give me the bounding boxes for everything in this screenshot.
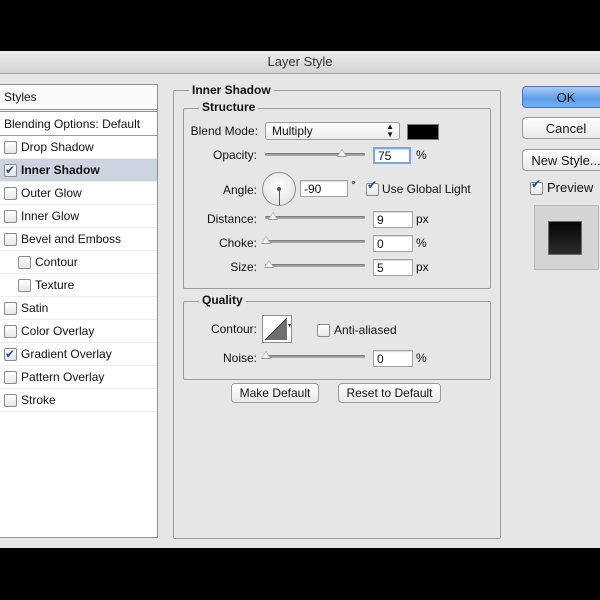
angle-label: Angle: <box>222 183 257 197</box>
bevel-emboss-checkbox[interactable] <box>4 232 17 246</box>
inner-shadow-checkbox[interactable] <box>4 159 17 181</box>
texture-checkbox[interactable] <box>18 278 31 292</box>
style-item-label: Texture <box>35 278 75 292</box>
style-item-label: Stroke <box>21 393 56 407</box>
style-item-label: Inner Glow <box>21 209 80 223</box>
reset-to-default-button[interactable]: Reset to Default <box>338 383 441 403</box>
quality-group <box>183 301 491 380</box>
blend-mode-value: Multiply <box>272 124 313 138</box>
contour-picker[interactable] <box>262 315 292 343</box>
style-item-satin[interactable]: Satin <box>0 297 157 320</box>
cancel-button[interactable]: Cancel <box>522 117 600 139</box>
inner-glow-checkbox[interactable] <box>4 209 17 223</box>
styles-list: Styles Blending Options: Default Drop Sh… <box>0 84 158 538</box>
opacity-field[interactable]: 75 <box>373 147 411 164</box>
pattern-overlay-checkbox[interactable] <box>4 370 17 384</box>
choke-unit: % <box>416 236 427 250</box>
size-slider[interactable] <box>265 264 365 267</box>
anti-aliased-checkbox[interactable] <box>317 324 330 337</box>
style-item-label: Contour <box>35 255 78 269</box>
noise-slider[interactable] <box>265 355 365 358</box>
choke-label: Choke: <box>218 236 257 250</box>
stroke-checkbox[interactable] <box>4 393 17 407</box>
noise-unit: % <box>416 351 427 365</box>
choke-field[interactable]: 0 <box>373 235 413 252</box>
use-global-light-label: Use Global Light <box>382 182 471 196</box>
size-unit: px <box>416 260 429 274</box>
contour-label: Contour: <box>210 322 257 336</box>
style-item-label: Color Overlay <box>21 324 95 338</box>
style-item-label: Drop Shadow <box>21 140 94 154</box>
style-item-label: Bevel and Emboss <box>21 232 122 246</box>
style-item-contour[interactable]: Contour <box>0 251 157 274</box>
noise-slider-thumb[interactable] <box>261 351 271 359</box>
blend-mode-label: Blend Mode: <box>190 124 258 138</box>
blending-options-item[interactable]: Blending Options: Default <box>0 112 157 136</box>
use-global-light-checkbox[interactable] <box>366 178 379 196</box>
styles-header[interactable]: Styles <box>0 85 157 112</box>
preview-swatch <box>549 222 581 254</box>
style-item-label: Satin <box>21 301 49 315</box>
color-overlay-checkbox[interactable] <box>4 324 17 338</box>
distance-slider[interactable] <box>265 216 365 219</box>
style-item-label: Gradient Overlay <box>21 347 112 361</box>
size-field[interactable]: 5 <box>373 259 413 276</box>
style-item-inner-glow[interactable]: Inner Glow <box>0 205 157 228</box>
angle-dial[interactable] <box>262 172 296 206</box>
style-item-label: Inner Shadow <box>21 163 100 177</box>
window-title: Layer Style <box>0 51 600 74</box>
distance-unit: px <box>416 212 429 226</box>
opacity-label: Opacity: <box>212 148 257 162</box>
style-item-drop-shadow[interactable]: Drop Shadow <box>0 136 157 159</box>
preview-thumbnail <box>534 205 599 270</box>
angle-unit: ° <box>351 178 356 192</box>
outer-glow-checkbox[interactable] <box>4 186 17 200</box>
contour-curve-icon <box>264 317 291 341</box>
blend-mode-select[interactable]: Multiply ▲ ▼ <box>265 122 400 140</box>
shadow-color-swatch[interactable] <box>407 124 439 140</box>
opacity-slider-thumb[interactable] <box>337 149 347 157</box>
style-item-gradient-overlay[interactable]: Gradient Overlay <box>0 343 157 366</box>
new-style-button[interactable]: New Style... <box>522 149 600 171</box>
style-item-outer-glow[interactable]: Outer Glow <box>0 182 157 205</box>
layer-style-dialog: Layer Style Styles Blending Options: Def… <box>0 51 600 548</box>
noise-field[interactable]: 0 <box>373 350 413 367</box>
angle-dial-needle <box>279 190 280 205</box>
drop-shadow-checkbox[interactable] <box>4 140 17 154</box>
style-item-texture[interactable]: Texture <box>0 274 157 297</box>
quality-title: Quality <box>199 293 246 307</box>
noise-label: Noise: <box>222 351 257 365</box>
style-item-color-overlay[interactable]: Color Overlay <box>0 320 157 343</box>
structure-title: Structure <box>199 100 259 114</box>
distance-label: Distance: <box>206 212 257 226</box>
blending-options-label: Blending Options: Default <box>4 116 141 131</box>
make-default-button[interactable]: Make Default <box>231 383 319 403</box>
size-slider-thumb[interactable] <box>264 260 274 268</box>
style-item-label: Outer Glow <box>21 186 82 200</box>
style-item-label: Pattern Overlay <box>21 370 105 384</box>
style-item-inner-shadow[interactable]: Inner Shadow <box>0 159 157 182</box>
opacity-slider[interactable] <box>265 153 365 156</box>
style-item-stroke[interactable]: Stroke <box>0 389 157 412</box>
preview-label: Preview <box>547 180 594 195</box>
contour-checkbox[interactable] <box>18 255 31 269</box>
ok-button[interactable]: OK <box>522 86 600 108</box>
preview-checkbox[interactable] <box>530 177 543 195</box>
size-label: Size: <box>230 260 257 274</box>
anti-aliased-label: Anti-aliased <box>334 323 397 337</box>
distance-field[interactable]: 9 <box>373 211 413 228</box>
inner-shadow-title: Inner Shadow <box>189 83 274 97</box>
choke-slider[interactable] <box>265 240 365 243</box>
opacity-unit: % <box>416 148 427 162</box>
style-item-pattern-overlay[interactable]: Pattern Overlay <box>0 366 157 389</box>
choke-slider-thumb[interactable] <box>261 236 271 244</box>
gradient-overlay-checkbox[interactable] <box>4 343 17 365</box>
satin-checkbox[interactable] <box>4 301 17 315</box>
angle-field[interactable]: -90 <box>300 180 348 197</box>
distance-slider-thumb[interactable] <box>268 212 278 220</box>
style-item-bevel-emboss[interactable]: Bevel and Emboss <box>0 228 157 251</box>
select-arrows-icon: ▲ ▼ <box>386 122 394 139</box>
